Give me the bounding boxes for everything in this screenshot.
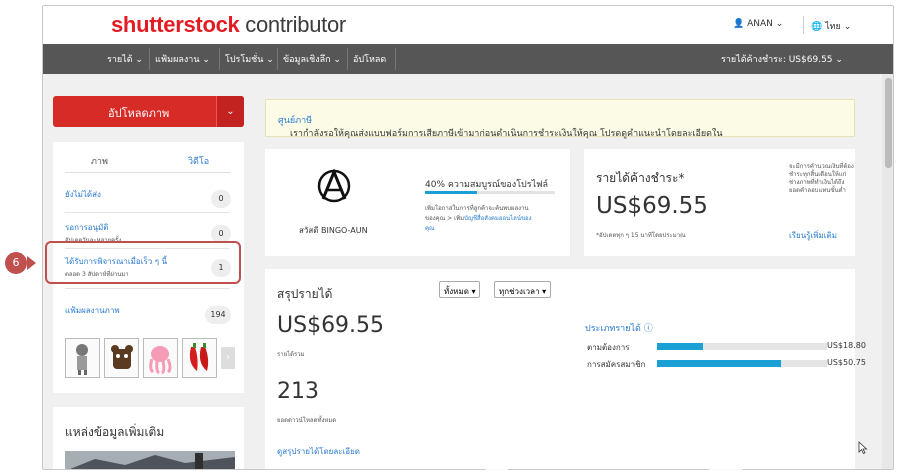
payout-info-line: จะมีการคำนวณเงินที่ต้อง bbox=[789, 163, 854, 170]
nav-divider bbox=[277, 48, 278, 70]
avatar[interactable] bbox=[317, 169, 351, 203]
profile-greeting: สวัสดี BINGO-AUN bbox=[299, 226, 368, 235]
media-type-select[interactable]: ทั้งหมด ▾ bbox=[439, 281, 481, 298]
list-item-title: รอการอนุมัติ bbox=[65, 223, 109, 232]
language-menu[interactable]: 🌐 ไทย ⌄ bbox=[811, 19, 851, 33]
chevron-down-icon[interactable]: ⌄ bbox=[216, 96, 244, 127]
tab-video[interactable]: วิดีโอ bbox=[188, 154, 209, 168]
social-accounts-link[interactable]: บัญชีสื่อสังคมออนไลน์ของ bbox=[464, 215, 532, 222]
chevron-down-icon: ⌄ bbox=[775, 19, 784, 29]
chevron-down-icon: ⌄ bbox=[843, 22, 852, 32]
tax-notice-message: เรากำลังรอให้คุณส่งแบบฟอร์มการเสียภาษีเข… bbox=[290, 129, 723, 139]
logo-ck: ck bbox=[215, 12, 240, 37]
resources-panel: แหล่งข้อมูลเพิ่มเติม bbox=[53, 407, 244, 469]
resources-title: แหล่งข้อมูลเพิ่มเติม bbox=[65, 425, 165, 439]
payout-info: จะมีการคำนวณเงินที่ต้อง ชำระทุกสิ้นเดือน… bbox=[789, 163, 854, 195]
divider bbox=[65, 288, 230, 289]
nav-divider bbox=[219, 48, 220, 70]
total-downloads: 213 bbox=[277, 379, 319, 404]
profile-completeness: 40% ความสมบูรณ์ของโปรไฟล์ bbox=[425, 180, 548, 190]
main-nav: รายได้ ⌄ แฟ้มผลงาน ⌄ โปรโมชั่น ⌄ ข้อมูลเ… bbox=[43, 44, 893, 74]
social-accounts-link-cont[interactable]: คุณ bbox=[425, 223, 435, 233]
total-earnings-label: รายได้รวม bbox=[277, 351, 305, 358]
earnings-type-bar bbox=[657, 343, 827, 350]
earnings-type-title[interactable]: ประเภทรายได้ ⓘ bbox=[585, 321, 653, 335]
total-downloads-label: ยอดดาวน์โหลดทั้งหมด bbox=[277, 417, 337, 424]
portfolio-thumbnail[interactable] bbox=[182, 338, 217, 378]
nav-portfolio[interactable]: แฟ้มผลงาน ⌄ bbox=[155, 52, 210, 66]
nav-divider bbox=[149, 48, 150, 70]
pending-earnings-amount: US$69.55 bbox=[596, 193, 708, 219]
list-item-not-submitted[interactable]: ยังไม่ได้ส่ง 0 bbox=[65, 188, 235, 208]
browser-frame: shutterstock contributor 👤 ANAN ⌄ 🌐 ไทย … bbox=[42, 5, 894, 470]
payout-info-line: ชำระทุกสิ้นเดือนให้แก่ bbox=[789, 171, 847, 178]
earnings-type-amount: US$18.80 bbox=[827, 341, 866, 350]
list-item-image-portfolio[interactable]: แฟ้มผลงานภาพ 194 bbox=[65, 304, 235, 324]
nav-divider bbox=[347, 48, 348, 70]
tax-center-link[interactable]: ศูนย์ภาษี bbox=[278, 116, 312, 126]
earnings-type-bar-fill bbox=[657, 360, 782, 367]
portfolio-thumbnail[interactable] bbox=[65, 338, 100, 378]
logo-contributor: contributor bbox=[239, 12, 346, 37]
pending-earnings-title: รายได้ค้างชำระ* bbox=[596, 171, 685, 185]
nav-upload[interactable]: อัปโหลด bbox=[353, 52, 386, 66]
pending-earnings-note: *อัปเดตทุก ๆ 15 นาทีโดยประมาณ bbox=[596, 232, 686, 239]
nav-pending-earnings[interactable]: รายได้ค้างชำระ: US$69.55 ⌄ bbox=[721, 52, 843, 66]
portfolio-thumbnail[interactable] bbox=[143, 338, 178, 378]
payout-info-line: ช่างภาพที่ทำเงินได้ถึง bbox=[789, 179, 845, 186]
annotation-highlight-box bbox=[45, 241, 241, 284]
nav-divider bbox=[395, 48, 396, 70]
profile-tip: เพิ่มโอกาสในการที่ลูกค้าจะค้นพบผลงาน bbox=[425, 205, 529, 212]
time-range-select[interactable]: ทุกช่วงเวลา ▾ bbox=[494, 281, 552, 298]
user-menu[interactable]: 👤 ANAN ⌄ bbox=[733, 19, 783, 29]
shutterstock-logo[interactable]: shutterstock contributor bbox=[111, 12, 346, 38]
profile-progress-bar bbox=[425, 191, 555, 194]
tax-notice: เรากำลังรอให้คุณส่งแบบฟอร์มการเสียภาษีเข… bbox=[265, 99, 855, 139]
logo-bold: shutterst bbox=[111, 12, 203, 37]
scrollbar[interactable] bbox=[882, 74, 893, 469]
logo-o: o bbox=[202, 12, 216, 37]
tab-images[interactable]: ภาพ bbox=[91, 154, 108, 168]
globe-icon: 🌐 bbox=[811, 22, 823, 32]
earnings-detail-link[interactable]: ดูสรุปรายได้โดยละเอียด bbox=[277, 445, 360, 458]
divider bbox=[803, 16, 804, 34]
total-earnings: US$69.55 bbox=[277, 313, 385, 338]
resources-image[interactable] bbox=[65, 451, 235, 469]
tab-divider bbox=[65, 172, 230, 173]
profile-card: สวัสดี BINGO-AUN 40% ความสมบูรณ์ของโปรไฟ… bbox=[265, 149, 570, 256]
profile-tip-line2: ของคุณ > เพิ่มบัญชีสื่อสังคมออนไลน์ของ bbox=[425, 213, 532, 223]
language-label: ไทย bbox=[825, 22, 841, 32]
payout-info-line: ยอดคำลอบแทนขั้นต่ำ bbox=[789, 187, 846, 194]
nav-insights[interactable]: ข้อมูลเชิงลึก ⌄ bbox=[283, 52, 341, 66]
chevron-right-icon[interactable]: › bbox=[221, 347, 235, 369]
scrollbar-thumb[interactable] bbox=[885, 78, 892, 168]
annotation-step-number: 6 bbox=[5, 252, 27, 274]
upload-button-label: อัปโหลดภาพ bbox=[108, 107, 170, 120]
nav-earnings[interactable]: รายได้ ⌄ bbox=[107, 52, 143, 66]
user-icon: 👤 bbox=[733, 19, 745, 29]
portfolio-thumbnail[interactable] bbox=[104, 338, 139, 378]
earnings-type-bar-fill bbox=[657, 343, 703, 350]
pending-earnings-card: รายได้ค้างชำระ* US$69.55 *อัปเดตทุก ๆ 15… bbox=[584, 149, 855, 256]
top-bar: shutterstock contributor 👤 ANAN ⌄ 🌐 ไทย … bbox=[43, 6, 893, 44]
divider bbox=[65, 212, 230, 213]
earnings-type-label: การสมัครสมาชิก bbox=[587, 360, 646, 369]
earnings-type-bar bbox=[657, 360, 827, 367]
tax-notice-text: เรากำลังรอให้คุณส่งแบบฟอร์มการเสียภาษีเข… bbox=[278, 113, 723, 139]
annotation-arrow-icon bbox=[27, 256, 36, 270]
count-badge: 0 bbox=[211, 190, 231, 208]
profile-progress-fill bbox=[425, 191, 477, 194]
earnings-type-amount: US$50.75 bbox=[827, 358, 866, 367]
cursor-icon bbox=[858, 441, 868, 454]
list-item-title: ยังไม่ได้ส่ง bbox=[65, 190, 101, 199]
summary-title: สรุปรายได้ bbox=[277, 287, 333, 301]
earnings-summary-card: สรุปรายได้ ทั้งหมด ▾ ทุกช่วงเวลา ▾ US$69… bbox=[265, 269, 868, 469]
nav-promotion[interactable]: โปรโมชั่น ⌄ bbox=[225, 52, 274, 66]
profile-tip-text: ของคุณ > เพิ่ม bbox=[425, 215, 465, 222]
count-badge: 194 bbox=[205, 306, 231, 324]
username: ANAN bbox=[747, 19, 773, 29]
upload-button[interactable]: อัปโหลดภาพ ⌄ bbox=[53, 96, 244, 127]
earnings-type-label: ตามต้องการ bbox=[587, 343, 630, 352]
learn-more-link[interactable]: เรียนรู้เพิ่มเติม bbox=[789, 229, 837, 242]
